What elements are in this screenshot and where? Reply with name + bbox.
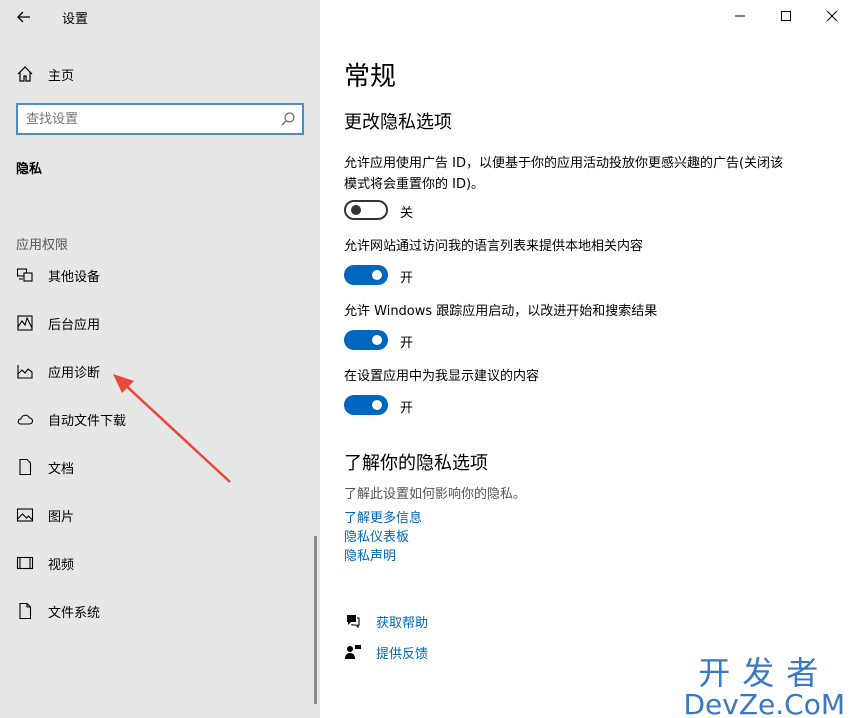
app-diagnostics-icon: [17, 365, 33, 379]
sidebar: 设置 主页 隐私 应用权限 其他设备: [0, 0, 320, 718]
titlebar-left: 设置: [0, 0, 320, 34]
sidebar-item-label: 图片: [48, 510, 75, 525]
search-input[interactable]: [26, 110, 266, 128]
help-chat-icon: [347, 615, 360, 629]
sidebar-item-auto-file-download[interactable]: 自动文件下载: [0, 401, 314, 437]
toggle-language-list[interactable]: [344, 265, 388, 285]
sidebar-item-label: 文件系统: [48, 606, 101, 621]
file-system-icon: [19, 602, 32, 620]
page-title: 常规: [344, 62, 397, 92]
get-help-link[interactable]: 获取帮助: [344, 610, 544, 632]
sidebar-item-label: 主页: [48, 69, 75, 84]
option-description: 允许网站通过访问我的语言列表来提供本地相关内容: [344, 239, 644, 254]
sidebar-item-label: 视频: [48, 558, 75, 573]
sidebar-item-app-diagnostics[interactable]: 应用诊断: [0, 353, 314, 389]
cloud-icon: [17, 414, 33, 425]
current-section-heading: 隐私: [16, 162, 43, 177]
toggle-track-app-launches[interactable]: [344, 330, 388, 350]
sidebar-item-videos[interactable]: 视频: [0, 545, 314, 581]
sidebar-item-background-apps[interactable]: 后台应用: [0, 305, 314, 341]
sidebar-scrollbar[interactable]: [314, 536, 317, 704]
feedback-link[interactable]: 提供反馈: [344, 641, 544, 663]
back-button[interactable]: [10, 4, 38, 30]
sidebar-item-other-devices[interactable]: 其他设备: [0, 257, 314, 293]
background-apps-icon: [17, 315, 33, 331]
toggle-state-label: 开: [400, 271, 414, 286]
toggle-state-label: 开: [400, 336, 414, 351]
search-icon[interactable]: [280, 111, 296, 127]
toggle-knob: [351, 205, 361, 215]
toggle-state-label: 开: [400, 401, 414, 416]
sidebar-item-label: 文档: [48, 462, 75, 477]
toggle-state-label: 关: [400, 206, 414, 221]
main-content: 常规 更改隐私选项 允许应用使用广告 ID，以便基于你的应用活动投放你更感兴趣的…: [320, 0, 855, 718]
option-description: 在设置应用中为我显示建议的内容: [344, 369, 540, 384]
video-icon: [16, 556, 34, 570]
option-description: 允许应用使用广告 ID，以便基于你的应用活动投放你更感兴趣的广告(关闭该模式将会…: [344, 156, 784, 192]
sidebar-item-documents[interactable]: 文档: [0, 449, 314, 485]
sidebar-item-home[interactable]: 主页: [0, 56, 320, 90]
learn-section-title: 了解你的隐私选项: [344, 453, 488, 474]
toggle-knob: [372, 335, 382, 345]
toggle-suggested-content[interactable]: [344, 395, 388, 415]
learn-more-link[interactable]: 了解更多信息: [344, 507, 422, 526]
option-description: 允许 Windows 跟踪应用启动，以改进开始和搜索结果: [344, 304, 658, 319]
search-box[interactable]: [16, 103, 304, 135]
privacy-section-title: 更改隐私选项: [344, 112, 452, 133]
sidebar-item-label: 后台应用: [48, 318, 101, 333]
learn-description: 了解此设置如何影响你的隐私。: [344, 487, 527, 502]
sidebar-item-label: 应用诊断: [48, 366, 101, 381]
sidebar-item-label: 自动文件下载: [48, 414, 127, 429]
picture-icon: [16, 508, 34, 522]
settings-window: 设置 主页 隐私 应用权限 其他设备: [0, 0, 855, 718]
get-help-label: 获取帮助: [376, 616, 429, 631]
toggle-knob: [372, 270, 382, 280]
toggle-knob: [372, 400, 382, 410]
devices-icon: [16, 268, 33, 282]
toggle-advertising-id[interactable]: [344, 200, 388, 220]
sidebar-item-pictures[interactable]: 图片: [0, 497, 314, 533]
group-header: 应用权限: [16, 238, 69, 253]
document-icon: [19, 458, 32, 476]
sidebar-item-file-system[interactable]: 文件系统: [0, 593, 314, 629]
feedback-label: 提供反馈: [376, 647, 429, 662]
sidebar-item-label: 其他设备: [48, 270, 101, 285]
back-arrow-icon: [17, 11, 30, 23]
feedback-person-icon: [345, 645, 361, 659]
app-title: 设置: [62, 12, 89, 27]
home-icon: [17, 66, 33, 82]
privacy-statement-link[interactable]: 隐私声明: [344, 545, 396, 564]
privacy-dashboard-link[interactable]: 隐私仪表板: [344, 526, 409, 545]
